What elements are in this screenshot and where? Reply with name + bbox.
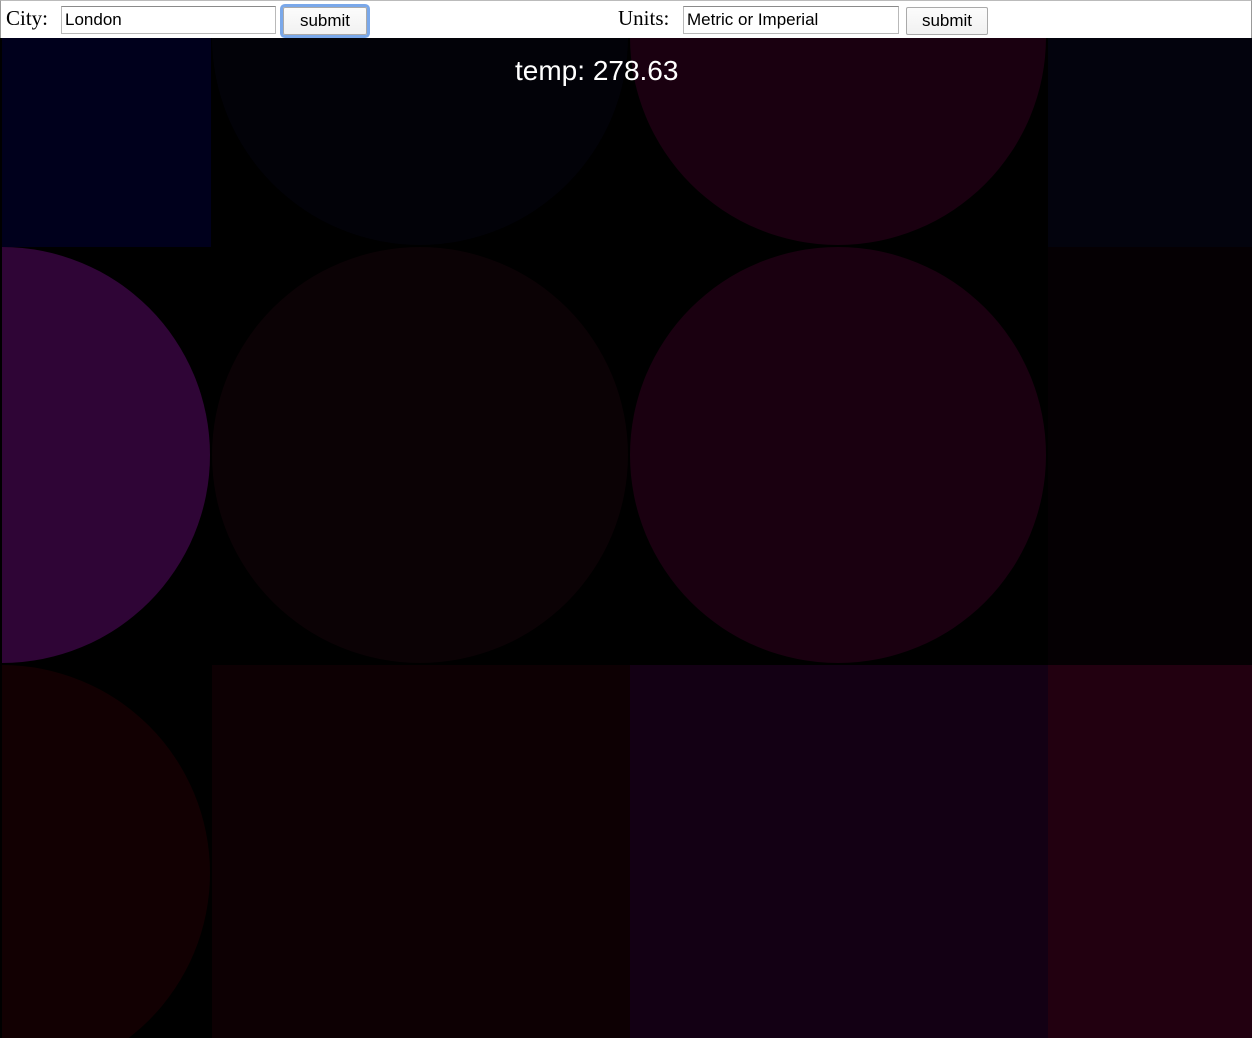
units-submit-button[interactable]: submit bbox=[906, 7, 988, 35]
tile-circle-maroon bbox=[630, 247, 1046, 663]
city-label: City: bbox=[6, 6, 49, 30]
tile-square-brown-red bbox=[212, 665, 630, 1038]
city-input[interactable] bbox=[61, 6, 276, 34]
city-submit-button[interactable]: submit bbox=[283, 7, 367, 35]
controls-bar: City: submit Units: submit bbox=[0, 0, 1252, 38]
temp-label: temp: bbox=[515, 55, 586, 86]
tile-circle-dark bbox=[212, 247, 628, 663]
tile-circle-purple bbox=[2, 247, 210, 663]
tile-circle-dark-red bbox=[2, 665, 210, 1038]
units-label: Units: bbox=[618, 6, 670, 30]
units-input[interactable] bbox=[683, 6, 899, 34]
weather-art-canvas bbox=[2, 38, 1252, 1038]
tile-square-blue bbox=[2, 38, 211, 247]
tile-square-violet bbox=[630, 665, 1048, 1038]
temperature-readout: temp: 278.63 bbox=[515, 57, 678, 85]
tile-square-navy bbox=[1048, 38, 1252, 247]
tile-square-crimson bbox=[1048, 665, 1252, 1038]
tile-circle-maroon-top bbox=[630, 38, 1046, 245]
temp-value: 278.63 bbox=[592, 55, 679, 86]
tile-square-black bbox=[1048, 247, 1252, 665]
